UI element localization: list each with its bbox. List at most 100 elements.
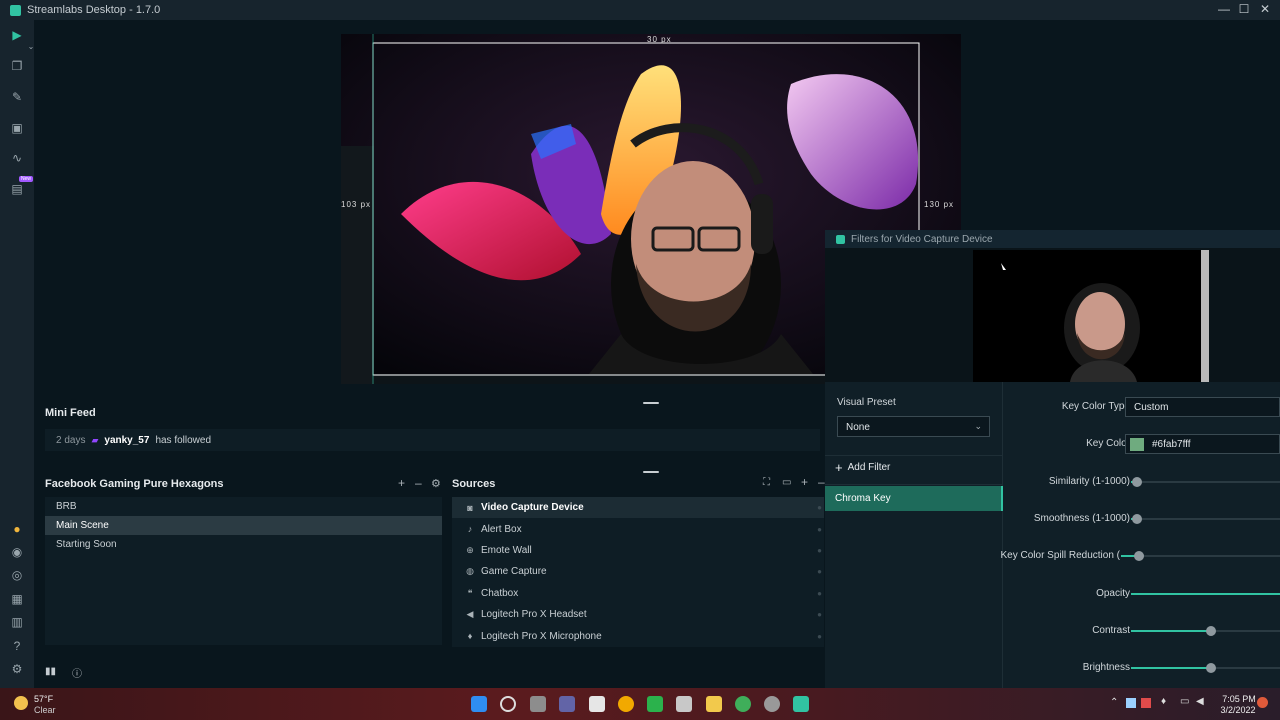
- resize-handle[interactable]: [643, 471, 659, 473]
- scene-item[interactable]: Main Scene: [45, 516, 442, 535]
- folder-icon[interactable]: ▭: [782, 477, 791, 488]
- scene-settings-icon[interactable]: ⚙: [431, 477, 441, 490]
- plus-icon: +: [835, 460, 843, 475]
- brightness-slider[interactable]: [1131, 663, 1280, 673]
- scene-list: BRB Main Scene Starting Soon: [45, 497, 442, 645]
- close-button[interactable]: ✕: [1255, 2, 1275, 16]
- opacity-slider[interactable]: [1131, 593, 1280, 595]
- play-circle-icon[interactable]: ◉: [10, 545, 24, 559]
- source-item[interactable]: ♪ Alert Box ●: [452, 518, 824, 539]
- prime-icon[interactable]: ●: [10, 522, 24, 536]
- source-group-icon[interactable]: ⛶: [763, 477, 770, 488]
- source-label: Alert Box: [481, 523, 522, 535]
- lock-icon[interactable]: ●: [817, 610, 822, 619]
- source-item[interactable]: ◙ Video Capture Device ●: [452, 497, 824, 519]
- app-icon[interactable]: [647, 696, 663, 712]
- app-icon[interactable]: [676, 696, 692, 712]
- smoothness-slider[interactable]: [1131, 514, 1280, 524]
- filter-preview-image: [973, 250, 1209, 382]
- store-icon[interactable]: ▣: [10, 121, 24, 135]
- window-title: Streamlabs Desktop - 1.7.0: [27, 4, 161, 16]
- app-icon[interactable]: [735, 696, 751, 712]
- key-color-label: Key Color: [1086, 438, 1130, 449]
- lock-icon[interactable]: ●: [817, 546, 822, 555]
- key-color-input[interactable]: #6fab7fff: [1125, 434, 1280, 454]
- scene-item[interactable]: BRB: [45, 497, 442, 516]
- minimize-button[interactable]: —: [1214, 2, 1234, 16]
- filter-item-chroma-key[interactable]: Chroma Key: [825, 486, 1003, 511]
- source-item[interactable]: ⊕ Emote Wall ●: [452, 540, 824, 561]
- layout-icon[interactable]: ▦: [10, 592, 24, 606]
- feed-time: 2 days: [56, 434, 86, 446]
- microphone-icon[interactable]: ♦: [1161, 696, 1166, 707]
- weather-moon-icon[interactable]: [14, 696, 28, 710]
- source-item[interactable]: ♦ Logitech Pro X Microphone ●: [452, 625, 824, 646]
- lock-icon[interactable]: ●: [817, 567, 822, 576]
- source-item[interactable]: ◀ Logitech Pro X Headset ●: [452, 604, 824, 625]
- tray-icon[interactable]: [1126, 698, 1136, 708]
- theme-library-icon[interactable]: ❐: [10, 59, 24, 73]
- vivaldi-icon[interactable]: [589, 696, 605, 712]
- source-item[interactable]: ◍ Game Capture ●: [452, 561, 824, 582]
- key-color-swatch[interactable]: [1130, 438, 1144, 451]
- overlay-left-distance: 103 px: [341, 200, 372, 209]
- spill-reduction-label: Key Color Spill Reduction (: [1000, 550, 1121, 561]
- clock-time[interactable]: 7:05 PM: [1222, 694, 1256, 704]
- wand-icon[interactable]: ✎: [10, 90, 24, 104]
- maximize-button[interactable]: ☐: [1234, 2, 1254, 16]
- lock-icon[interactable]: ●: [817, 632, 822, 641]
- source-label: Logitech Pro X Microphone: [481, 630, 602, 642]
- chevron-down-icon[interactable]: ⌄: [24, 40, 38, 54]
- lock-icon[interactable]: ●: [817, 503, 822, 512]
- search-icon[interactable]: [500, 696, 516, 712]
- tray-icon[interactable]: [1141, 698, 1151, 708]
- filter-preview: [825, 248, 1280, 382]
- notification-icon[interactable]: [1257, 697, 1268, 708]
- weather-temp[interactable]: 57°F: [34, 694, 53, 704]
- add-filter-button[interactable]: + Add Filter: [835, 460, 890, 475]
- chat-icon: ❝: [467, 587, 473, 598]
- start-icon[interactable]: [471, 696, 487, 712]
- globe-icon: ⊕: [466, 544, 474, 555]
- streamlabs-taskbar-icon[interactable]: [793, 696, 809, 712]
- file-explorer-icon[interactable]: [706, 696, 722, 712]
- add-scene-icon[interactable]: +: [398, 476, 405, 490]
- columns-icon[interactable]: ▥: [10, 615, 24, 629]
- scene-collection-title[interactable]: Facebook Gaming Pure Hexagons: [45, 478, 224, 490]
- chat-icon[interactable]: ◎: [10, 568, 24, 582]
- volume-icon[interactable]: ◀: [1196, 696, 1204, 707]
- dashboard-chart-icon[interactable]: ∿: [10, 151, 24, 165]
- lock-icon[interactable]: ●: [817, 525, 822, 534]
- contrast-slider[interactable]: [1131, 626, 1280, 636]
- similarity-slider[interactable]: [1131, 477, 1280, 487]
- settings-gear-icon[interactable]: ⚙: [10, 662, 24, 676]
- help-icon[interactable]: ?: [10, 639, 24, 653]
- task-view-icon[interactable]: [530, 696, 546, 712]
- remove-scene-icon[interactable]: –: [415, 476, 422, 490]
- feed-user[interactable]: yanky_57: [104, 435, 149, 446]
- chrome-icon[interactable]: [618, 696, 634, 712]
- chevron-down-icon[interactable]: ⌄: [208, 478, 216, 489]
- settings-gear-icon[interactable]: [764, 696, 780, 712]
- source-item[interactable]: ❝ Chatbox ●: [452, 583, 824, 604]
- performance-chart-icon[interactable]: ▮▮: [45, 666, 56, 677]
- chevron-up-icon[interactable]: ⌃: [1110, 697, 1118, 708]
- network-icon[interactable]: ▭: [1180, 696, 1189, 707]
- editor-icon[interactable]: ▶: [10, 28, 24, 42]
- highlighter-icon[interactable]: ▤: [10, 182, 24, 196]
- minifeed-title: Mini Feed: [45, 407, 96, 419]
- scene-item[interactable]: Starting Soon: [45, 535, 442, 554]
- visual-preset-select[interactable]: None ⌄: [837, 416, 990, 437]
- taskbar: 57°F Clear ⌃ ♦ ▭ ◀ 7:05 PM 3/2/2022: [0, 688, 1280, 720]
- weather-desc: Clear: [34, 705, 56, 715]
- lock-icon[interactable]: ●: [817, 589, 822, 598]
- spill-reduction-slider[interactable]: [1121, 551, 1280, 561]
- overlay-right-distance: 130 px: [924, 200, 955, 209]
- add-source-icon[interactable]: +: [801, 475, 808, 489]
- clock-date: 3/2/2022: [1220, 705, 1256, 715]
- resize-handle[interactable]: [643, 402, 659, 404]
- info-icon[interactable]: ⓘ: [72, 665, 82, 680]
- key-color-type-select[interactable]: Custom: [1125, 397, 1280, 417]
- teams-icon[interactable]: [559, 696, 575, 712]
- remove-source-icon[interactable]: –: [818, 475, 825, 489]
